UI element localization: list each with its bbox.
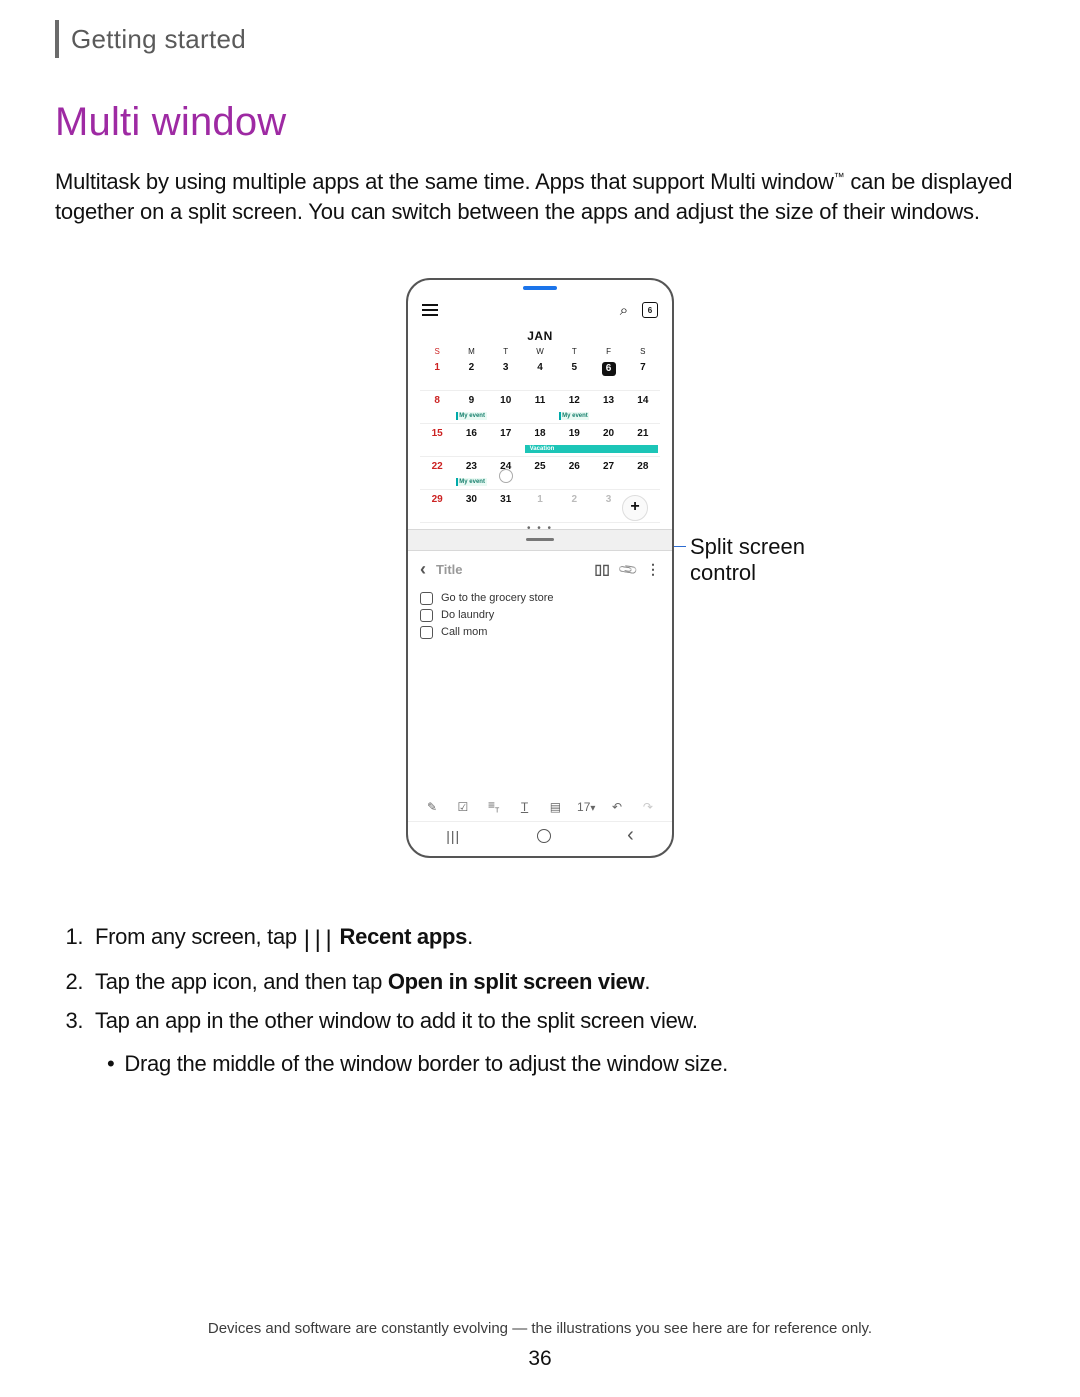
undo-icon[interactable]: ↶ — [607, 800, 627, 814]
checkbox-icon[interactable] — [420, 626, 433, 639]
note-title-placeholder[interactable]: Title — [436, 562, 463, 577]
font-size-control[interactable]: 17▾ — [576, 800, 596, 814]
split-screen-callout: Split screen control — [690, 534, 820, 586]
text-style-icon[interactable]: ≡T — [484, 798, 504, 814]
intro-paragraph: Multitask by using multiple apps at the … — [55, 167, 1025, 228]
notes-toolbar: ✎ ☑ ≡T T ▤ 17▾ ↶ ↷ — [420, 792, 660, 820]
recent-apps-icon: | | | — [303, 920, 334, 961]
phone-mockup: 6 JAN S M T W T F — [406, 278, 674, 858]
todo-list[interactable]: Go to the grocery store Do laundry Call … — [420, 588, 660, 641]
chapter-title: Getting started — [71, 24, 246, 55]
search-icon[interactable] — [616, 302, 632, 319]
illustration-area: Split screen control 6 JAN — [260, 278, 820, 858]
add-event-fab[interactable]: + — [622, 495, 648, 521]
nav-home-icon[interactable] — [537, 829, 551, 843]
split-top-calendar-app: 6 JAN S M T W T F — [408, 300, 672, 529]
drawing-icon[interactable]: ✎ — [422, 800, 442, 814]
more-icon[interactable] — [646, 561, 660, 578]
calendar-month: JAN — [420, 329, 660, 343]
list-item: Go to the grocery store — [420, 590, 660, 607]
step-3-bullet: Drag the middle of the window border to … — [101, 1045, 1025, 1082]
calendar-grid[interactable]: S M T W T F S 1 2 — [420, 343, 660, 529]
list-item: Call mom — [420, 624, 660, 641]
step-1: From any screen, tap | | | Recent apps. — [89, 918, 1025, 961]
trademark: ™ — [834, 172, 845, 184]
footer-disclaimer: Devices and software are constantly evol… — [0, 1320, 1080, 1337]
hamburger-icon[interactable] — [422, 304, 438, 316]
checkbox-icon[interactable] — [420, 609, 433, 622]
list-item: Do laundry — [420, 607, 660, 624]
nav-back-icon[interactable] — [627, 824, 634, 847]
redo-icon[interactable]: ↷ — [638, 800, 658, 814]
step-3: Tap an app in the other window to add it… — [89, 1002, 1025, 1083]
reader-mode-icon[interactable]: ▯▯ — [594, 561, 609, 578]
checkbox-icon[interactable] — [420, 592, 433, 605]
instruction-steps: From any screen, tap | | | Recent apps. … — [89, 918, 1025, 1083]
checkbox-tool-icon[interactable]: ☑ — [453, 800, 473, 814]
page-title: Multi window — [55, 100, 1025, 145]
nav-recents-icon[interactable]: ||| — [446, 828, 460, 844]
split-screen-handle[interactable]: • • • — [408, 529, 672, 551]
attach-icon[interactable] — [616, 558, 639, 581]
split-dots-icon: • • • — [527, 523, 553, 534]
page-number: 36 — [0, 1347, 1080, 1371]
chapter-header: Getting started — [55, 20, 1025, 58]
split-bottom-notes-app: Title ▯▯ Go to the grocery store Do laun… — [408, 551, 672, 821]
font-icon[interactable]: T — [515, 800, 535, 814]
speaker-slot — [523, 286, 557, 290]
back-icon[interactable] — [420, 559, 426, 580]
system-nav-bar: ||| — [408, 821, 672, 850]
step-2: Tap the app icon, and then tap Open in s… — [89, 963, 1025, 1000]
today-badge[interactable]: 6 — [642, 302, 658, 318]
align-icon[interactable]: ▤ — [545, 800, 565, 814]
